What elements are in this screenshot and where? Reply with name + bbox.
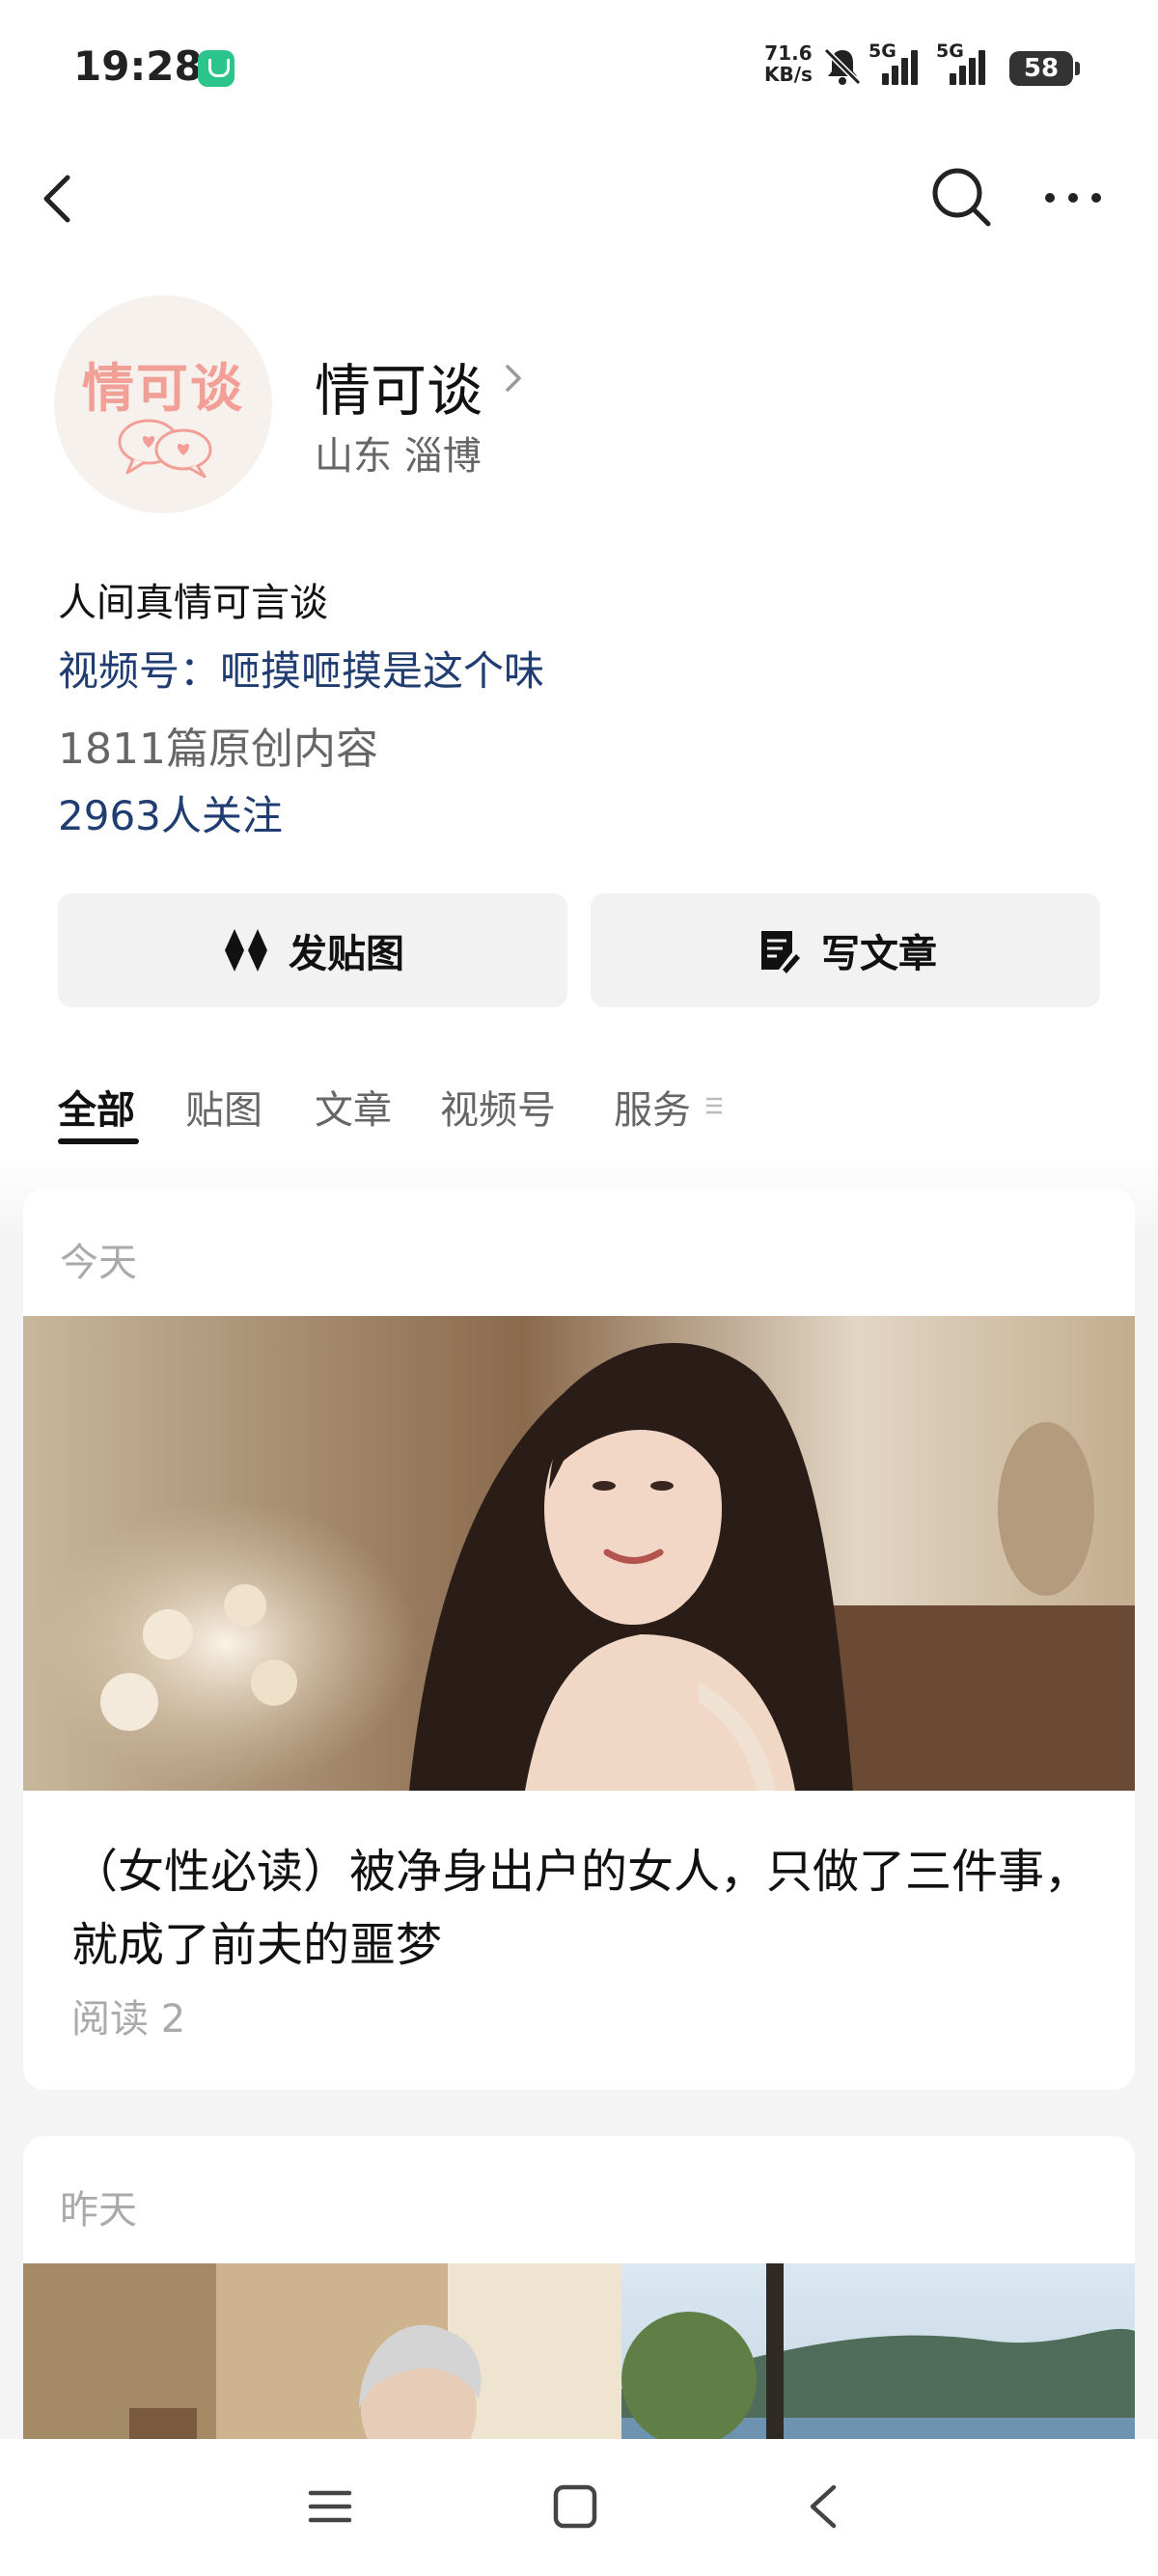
video-channel-link[interactable]: 视频号：咂摸咂摸是这个味 <box>58 639 544 698</box>
bell-muted-icon <box>823 47 862 86</box>
profile-location: 山东 淄博 <box>315 434 482 479</box>
avatar-logo-text: 情可谈 <box>82 358 244 419</box>
net-speed-value: 71.6 <box>764 41 813 65</box>
card-date: 昨天 <box>60 2188 137 2233</box>
write-article-label: 写文章 <box>821 932 937 976</box>
tab-articles[interactable]: 文章 <box>315 1079 392 1135</box>
followers-link[interactable]: 2963人关注 <box>58 783 283 842</box>
post-image-label: 发贴图 <box>289 932 404 976</box>
article-title[interactable]: （女性必读）被净身出户的女人，只做了三件事，就成了前夫的噩梦 <box>71 1835 1094 1982</box>
signal-icon: 5G <box>868 41 921 89</box>
status-time: 19:28 <box>73 42 203 90</box>
profile-name[interactable]: 情可谈 <box>315 345 482 426</box>
signal2-label: 5G <box>936 41 964 62</box>
tab-images[interactable]: 贴图 <box>185 1079 262 1135</box>
more-icon[interactable] <box>1042 183 1104 212</box>
profile-bio: 人间真情可言谈 <box>58 581 328 625</box>
signal1-label: 5G <box>868 41 896 62</box>
original-content-count: 1811篇原创内容 <box>58 725 378 774</box>
signal-icon-2: 5G <box>936 41 988 89</box>
tab-services[interactable]: 服务 <box>614 1079 691 1135</box>
tab-active-indicator <box>58 1138 139 1144</box>
menu-icon[interactable] <box>301 2480 359 2534</box>
shield-icon <box>198 50 234 87</box>
chat-bubbles-icon <box>118 419 212 479</box>
back-icon[interactable] <box>795 2480 853 2534</box>
article-read-count: 阅读 2 <box>71 1997 186 2042</box>
search-icon[interactable] <box>928 164 994 230</box>
card-date: 今天 <box>60 1241 137 1285</box>
article-cover-image[interactable] <box>23 1316 1135 1791</box>
post-image-icon <box>225 929 267 972</box>
home-icon[interactable] <box>546 2480 604 2534</box>
feed-card[interactable]: 今天 （女性必读）被净身出户的女人，只做了三件事，就成了前夫的噩梦 阅读 2 <box>23 1189 1135 2090</box>
battery-icon: 58 <box>1009 51 1080 86</box>
post-image-button[interactable]: 发贴图 <box>58 893 567 1007</box>
chevron-right-icon[interactable] <box>502 359 525 397</box>
tab-all[interactable]: 全部 <box>58 1079 135 1135</box>
net-speed: 71.6 KB/s <box>764 42 813 85</box>
avatar[interactable]: 情可谈 <box>54 295 272 513</box>
back-icon[interactable] <box>35 172 81 226</box>
tab-video-channel[interactable]: 视频号 <box>440 1079 556 1135</box>
write-article-icon <box>761 931 800 973</box>
write-article-button[interactable]: 写文章 <box>591 893 1100 1007</box>
menu-lines-icon[interactable] <box>704 1094 724 1117</box>
net-speed-unit: KB/s <box>764 63 813 86</box>
